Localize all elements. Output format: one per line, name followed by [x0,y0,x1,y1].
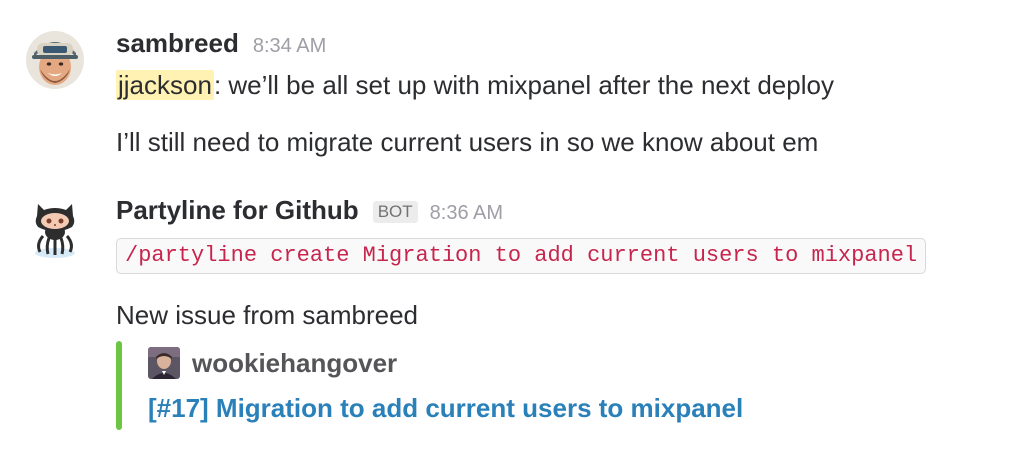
message-text: New issue from sambreed [116,300,418,330]
message-header-sambreed: sambreed 8:34 AM [116,28,326,59]
sender-name[interactable]: sambreed [116,28,239,59]
bot-badge: BOT [372,201,418,223]
avatar-sambreed[interactable] [26,31,84,89]
message-text-line: I’ll still need to migrate current users… [116,127,818,158]
message-text-line: jjackson: we’ll be all set up with mixpa… [116,70,834,101]
issue-attachment: wookiehangover [#17] Migration to add cu… [116,341,876,430]
message-text-line: New issue from sambreed [116,300,418,331]
message-text: I’ll still need to migrate current users… [116,127,819,157]
command-code-block: /partyline create Migration to add curre… [116,238,927,274]
attachment-author-name[interactable]: wookiehangover [192,348,397,379]
issue-title-link[interactable]: [#17] Migration to add current users to … [148,393,743,424]
message-timestamp[interactable]: 8:34 AM [253,35,326,58]
avatar-partyline-bot[interactable] [26,196,84,258]
message-timestamp[interactable]: 8:36 AM [430,202,503,225]
sender-name[interactable]: Partyline for Github [116,195,359,226]
user-mention[interactable]: jjackson [116,70,214,100]
attachment-author: wookiehangover [148,347,397,379]
message-text: : we’ll be all set up with mixpanel afte… [213,70,834,100]
github-octocat-icon [35,204,75,258]
attachment-color-bar [116,341,122,430]
user-avatar-small-icon [148,347,180,379]
message-header-partyline: Partyline for Github BOT 8:36 AM [116,195,503,226]
user-avatar-hat-beard-icon [26,31,84,89]
